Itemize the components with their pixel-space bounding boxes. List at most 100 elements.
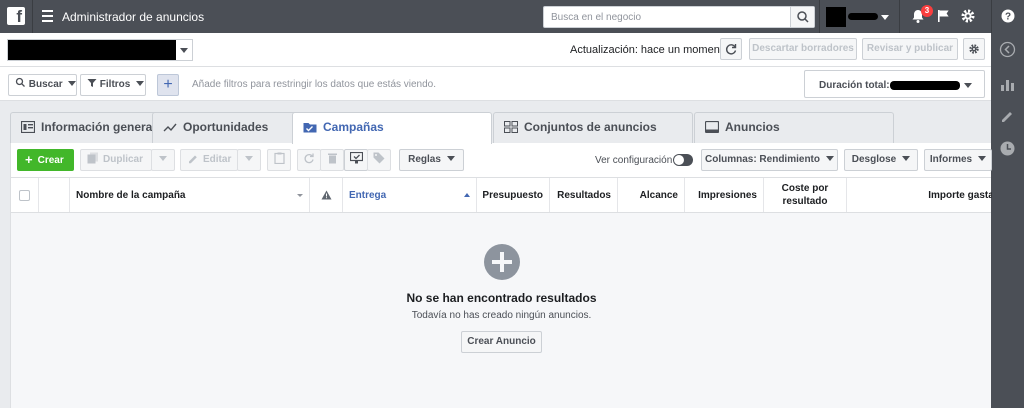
- clock-icon[interactable]: [999, 140, 1016, 157]
- create-button[interactable]: + Crear: [17, 149, 74, 171]
- tag-button[interactable]: [367, 149, 391, 171]
- column-label: Importe gastado: [928, 189, 992, 201]
- refresh-button[interactable]: [720, 38, 742, 60]
- tab-opportunities[interactable]: Oportunidades: [152, 112, 302, 143]
- pencil-icon[interactable]: [999, 108, 1016, 125]
- column-header-amount-spent[interactable]: Importe gastado: [847, 178, 992, 212]
- chevron-down-icon: [978, 156, 987, 161]
- ab-test-button[interactable]: [267, 149, 291, 171]
- create-ad-button[interactable]: Crear Anuncio: [461, 331, 542, 353]
- divider: [991, 0, 992, 33]
- select-all-checkbox[interactable]: [19, 189, 30, 201]
- right-side-rail: [991, 33, 1024, 408]
- tab-campaigns[interactable]: Campañas: [292, 112, 492, 144]
- columns-button[interactable]: Columnas: Rendimiento: [701, 149, 838, 171]
- tab-label: Oportunidades: [183, 120, 269, 134]
- account-avatar[interactable]: [826, 7, 846, 27]
- column-header-results[interactable]: Resultados: [550, 178, 618, 212]
- help-icon[interactable]: ?: [1001, 9, 1015, 23]
- tab-label: Información general ...: [41, 120, 160, 134]
- duration-selector[interactable]: Duración total:: [804, 70, 985, 98]
- duration-label: Duración total:: [819, 80, 890, 91]
- preview-ad-button[interactable]: [344, 149, 368, 171]
- chevron-down-icon: [68, 81, 77, 86]
- svg-text:?: ?: [1005, 12, 1011, 23]
- divider: [32, 0, 33, 33]
- collapse-arrow-icon[interactable]: [999, 41, 1016, 58]
- chevron-down-icon[interactable]: [881, 15, 889, 20]
- facebook-logo[interactable]: f: [7, 7, 25, 25]
- campaign-table-body: No se han encontrado resultados Todavía …: [10, 213, 991, 408]
- chevron-down-icon[interactable]: [176, 40, 192, 60]
- chevron-down-icon: [159, 156, 167, 161]
- refresh-icon: [725, 44, 737, 55]
- filters-button[interactable]: Filtros: [80, 74, 146, 96]
- column-header-warnings[interactable]: [310, 178, 343, 212]
- filter-bar: Buscar Filtros + Añade filtros para rest…: [0, 67, 991, 101]
- ad-icon: [705, 121, 719, 133]
- app-title[interactable]: Administrador de anuncios: [62, 10, 204, 24]
- discard-drafts-button[interactable]: Descartar borradores: [749, 38, 857, 60]
- chevron-down-icon: [446, 156, 455, 161]
- review-publish-button[interactable]: Revisar y publicar: [862, 38, 958, 60]
- notification-count-badge: 3: [921, 5, 933, 17]
- plus-icon: +: [25, 152, 33, 167]
- column-label: Presupuesto: [482, 189, 543, 201]
- breakdown-button[interactable]: Desglose: [844, 149, 918, 171]
- duplicate-icon: [87, 152, 98, 164]
- chevron-down-icon: [826, 156, 834, 161]
- reset-button[interactable]: [297, 149, 321, 171]
- tab-label: Conjuntos de anuncios: [524, 120, 657, 134]
- business-search: [543, 6, 815, 28]
- column-header-cost-per-result[interactable]: Coste por resultado: [764, 178, 847, 212]
- view-settings-label: Ver configuración: [595, 155, 673, 166]
- edit-button[interactable]: Editar: [180, 149, 238, 171]
- tab-ads[interactable]: Anuncios: [694, 112, 894, 143]
- top-navigation-bar: f Administrador de anuncios 3 ?: [0, 0, 1024, 33]
- search-input[interactable]: [544, 7, 784, 27]
- rules-button[interactable]: Reglas: [399, 149, 464, 171]
- duplicate-dropdown[interactable]: [151, 149, 175, 171]
- column-label: Alcance: [639, 189, 678, 201]
- column-header-campaign-name[interactable]: Nombre de la campaña: [70, 178, 310, 212]
- ad-account-selector[interactable]: [7, 39, 193, 61]
- search-button[interactable]: [790, 7, 814, 27]
- menu-icon[interactable]: [42, 10, 53, 22]
- tab-ad-sets[interactable]: Conjuntos de anuncios: [493, 112, 693, 143]
- filter-hint[interactable]: Añade filtros para restringir los datos …: [192, 79, 436, 90]
- duplicate-button[interactable]: Duplicar: [80, 149, 152, 171]
- column-label: Resultados: [557, 189, 611, 201]
- add-filter-button[interactable]: +: [157, 74, 179, 96]
- empty-state-title: No se han encontrado resultados: [406, 291, 597, 305]
- chevron-down-icon: [297, 193, 303, 197]
- delete-button[interactable]: [320, 149, 344, 171]
- reports-button[interactable]: Informes: [924, 149, 992, 171]
- gear-icon: [969, 44, 979, 54]
- create-label: Crear: [37, 155, 64, 166]
- settings-button[interactable]: [963, 38, 985, 60]
- campaign-table-header: Nombre de la campaña Entrega Presupuesto…: [10, 177, 992, 213]
- edit-dropdown[interactable]: [237, 149, 261, 171]
- view-settings-toggle[interactable]: [673, 154, 693, 166]
- funnel-icon: [87, 79, 97, 87]
- level-tabs: Información general ... Oportunidades Ca…: [0, 101, 991, 144]
- filters-label: Filtros: [99, 79, 131, 90]
- gear-icon[interactable]: [960, 8, 976, 24]
- column-header-impressions[interactable]: Impresiones: [685, 178, 764, 212]
- flag-icon[interactable]: [937, 9, 951, 23]
- column-header-delivery[interactable]: Entrega: [343, 178, 477, 212]
- trash-icon: [327, 153, 337, 164]
- pencil-icon: [189, 155, 197, 164]
- tab-overview[interactable]: Información general ...: [10, 112, 160, 143]
- chevron-down-icon: [964, 83, 972, 88]
- grid-icon: [504, 121, 518, 133]
- add-circle-icon: [484, 244, 520, 280]
- search-filter-button[interactable]: Buscar: [8, 74, 77, 96]
- bar-chart-icon[interactable]: [999, 76, 1016, 93]
- select-all-cell: [11, 178, 39, 212]
- column-header-reach[interactable]: Alcance: [618, 178, 685, 212]
- column-label: Nombre de la campaña: [76, 189, 186, 201]
- tab-label: Anuncios: [725, 120, 780, 134]
- column-header-budget[interactable]: Presupuesto: [477, 178, 550, 212]
- account-name-redacted[interactable]: [848, 13, 878, 20]
